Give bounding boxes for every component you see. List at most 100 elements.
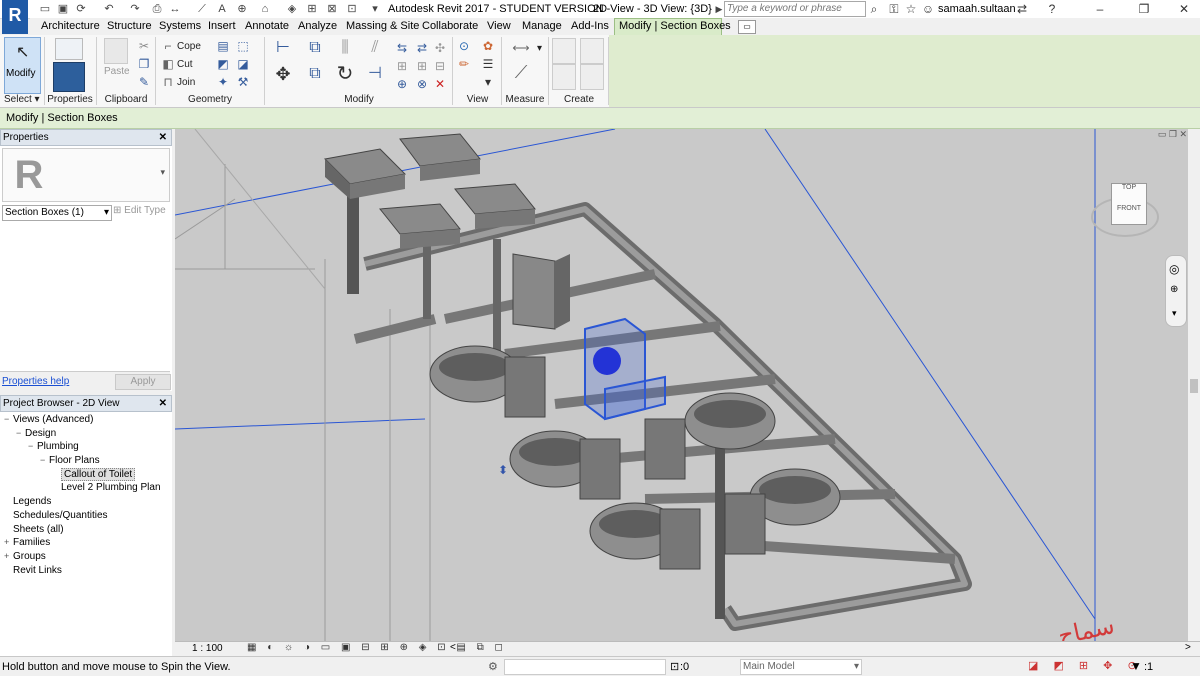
mirror-axis-icon[interactable]: ⫼ (334, 40, 356, 56)
favorites-star-icon[interactable]: ☆ (903, 1, 919, 17)
instance-filter-dropdown-icon[interactable]: ▾ (104, 206, 109, 220)
aligned-measure-icon[interactable]: ⟋ (508, 63, 534, 81)
mirror-draw-icon[interactable]: ⫽ (364, 40, 386, 56)
cope-label[interactable]: Cope (177, 41, 201, 52)
view-control-right-icon[interactable]: > (1185, 642, 1191, 653)
minimize-icon[interactable]: – (1092, 1, 1108, 17)
browser-tree-item[interactable]: Level 2 Plumbing Plan (0, 481, 170, 495)
cut-geometry-icon[interactable]: ◧ (160, 56, 176, 72)
modify-button[interactable]: ↖ Modify (4, 37, 41, 94)
measure-qa-icon[interactable]: ↔ (168, 2, 182, 16)
undo-icon[interactable]: ↶ (102, 2, 116, 16)
hammer-icon[interactable]: ⚒ (235, 74, 251, 90)
tree-expand-toggle-icon[interactable]: − (28, 440, 37, 454)
view-control-icons[interactable]: ▦ ◐ ☼ ◑ ▭ ▣ ⊟ ⊞ ⊕ ◈ ⊡ ▤ ⧉ ◻ (247, 642, 507, 653)
plumbing-model[interactable]: ⬍ (175, 129, 1188, 641)
project-browser-close-icon[interactable]: ✕ (159, 396, 167, 411)
subscription-icon[interactable]: ⚿ (886, 1, 902, 17)
unpin-icon[interactable]: ⊟ (432, 58, 448, 74)
create-group-icon[interactable] (552, 64, 576, 90)
sync-icon[interactable]: ⟳ (74, 2, 88, 16)
nav-bar-options-icon[interactable]: ▾ (1172, 308, 1177, 319)
apply-button[interactable]: Apply (115, 374, 171, 390)
create-parts-icon[interactable] (580, 38, 604, 64)
cut-label[interactable]: Cut (177, 59, 193, 70)
select-dropdown-icon[interactable]: ▾ (32, 94, 42, 105)
tree-expand-toggle-icon[interactable]: − (4, 413, 13, 427)
paint-icon[interactable]: ◪ (235, 56, 251, 72)
match-type-icon[interactable]: ✎ (136, 74, 152, 90)
paste-icon[interactable] (104, 38, 128, 64)
offset-icon[interactable]: ⧉ (304, 40, 326, 56)
tree-expand-toggle-icon[interactable]: + (4, 550, 13, 564)
tab-insert[interactable]: Insert (208, 20, 236, 32)
tag-icon[interactable]: A (215, 2, 229, 16)
copy-icon[interactable]: ❐ (136, 56, 152, 72)
rotate-icon[interactable]: ↻ (334, 64, 356, 84)
view-window-controls[interactable]: ▭ ❐ ✕ (1087, 129, 1187, 139)
browser-tree-item[interactable]: + Families (0, 536, 170, 550)
measure-between-icon[interactable]: ⟷ (508, 40, 534, 56)
tab-analyze[interactable]: Analyze (298, 20, 337, 32)
join-icon[interactable]: ⊓ (160, 74, 176, 90)
join-label[interactable]: Join (177, 77, 195, 88)
browser-tree-item[interactable]: − Plumbing (0, 440, 170, 454)
instance-filter-select[interactable]: Section Boxes (1) ▾ (2, 205, 112, 221)
align-icon[interactable]: ⊢ (272, 40, 294, 56)
tree-expand-toggle-icon[interactable]: − (40, 454, 49, 468)
paste-label[interactable]: Paste (104, 66, 130, 77)
wall-joins-icon[interactable]: ▤ (215, 38, 231, 54)
hide-element-icon[interactable]: ✿ (480, 38, 496, 54)
tab-architecture[interactable]: Architecture (41, 20, 100, 32)
pin-icon[interactable]: ⊕ (394, 76, 410, 92)
browser-tree-item[interactable]: Revit Links (0, 564, 170, 578)
design-option-dropdown-icon[interactable]: ▾ (854, 660, 859, 674)
copy-element-icon[interactable]: ⧉ (304, 66, 326, 82)
ribbon-toggle-icon[interactable]: ▭ (738, 20, 756, 34)
restore-icon[interactable]: ❐ (1136, 1, 1152, 17)
viewcube-top-label[interactable]: TOP (1112, 184, 1146, 191)
cope-icon[interactable]: ⌐ (160, 38, 176, 54)
3d-viewport[interactable]: ⬍ ▭ ❐ ✕ TOP FRONT ◎ ⊕ ▾ سماح سلطان (175, 129, 1188, 641)
properties-icon[interactable] (55, 38, 83, 60)
close-icon[interactable]: ✕ (1176, 1, 1192, 17)
properties-close-icon[interactable]: ✕ (159, 130, 167, 145)
workset-selector[interactable] (504, 659, 666, 675)
edit-type-button[interactable]: ⊞ Edit Type (113, 205, 166, 216)
browser-tree-item[interactable]: − Floor Plans (0, 454, 170, 468)
save-icon[interactable]: ▣ (56, 2, 70, 16)
view-more-icon[interactable]: ▾ (480, 74, 496, 90)
pin-grid-icon[interactable]: ⊞ (414, 58, 430, 74)
aligned-dimension-icon[interactable]: ⟋ (195, 2, 209, 16)
tab-collaborate[interactable]: Collaborate (422, 20, 478, 32)
design-option-select[interactable]: Main Model ▾ (740, 659, 862, 675)
viewcube-front-label[interactable]: FRONT (1112, 205, 1146, 212)
array-icon[interactable]: ⊞ (394, 58, 410, 74)
join-roof-icon[interactable]: ◩ (215, 56, 231, 72)
tab-annotate[interactable]: Annotate (245, 20, 289, 32)
type-selector-dropdown-icon[interactable]: ▾ (160, 167, 165, 178)
browser-tree-item[interactable]: − Design (0, 427, 170, 441)
steering-wheel-icon[interactable]: ◎ (1169, 262, 1179, 276)
browser-tree-item[interactable]: Legends (0, 495, 170, 509)
user-icon[interactable]: ☺ (920, 1, 936, 17)
line-style-icon[interactable]: ☰ (480, 56, 496, 72)
split-face-icon[interactable]: ⬚ (235, 38, 251, 54)
help-icon[interactable]: ? (1044, 1, 1060, 17)
linework-icon[interactable]: ✏ (456, 56, 472, 72)
exchange-icon[interactable]: ⇄ (1014, 1, 1030, 17)
zoom-icon[interactable]: ⊕ (1170, 284, 1178, 295)
measure-dropdown-icon[interactable]: ▾ (537, 43, 542, 54)
browser-tree-item[interactable]: Schedules/Quantities (0, 509, 170, 523)
scale-icon[interactable]: ✣ (432, 40, 448, 56)
type-properties-icon[interactable] (53, 62, 85, 92)
trim-icon[interactable]: ⊣ (364, 66, 386, 82)
filter-icon[interactable]: ▼ (1130, 659, 1142, 673)
browser-tree-item[interactable]: − Views (Advanced) (0, 413, 170, 427)
tab-structure[interactable]: Structure (107, 20, 152, 32)
viewport-scrollbar[interactable] (1188, 129, 1200, 641)
open-icon[interactable]: ▭ (38, 2, 52, 16)
search-input[interactable]: Type a keyword or phrase (724, 1, 866, 17)
revit-logo-button[interactable]: R (2, 0, 28, 34)
tab-modify-section-boxes[interactable]: Modify | Section Boxes (619, 20, 731, 32)
